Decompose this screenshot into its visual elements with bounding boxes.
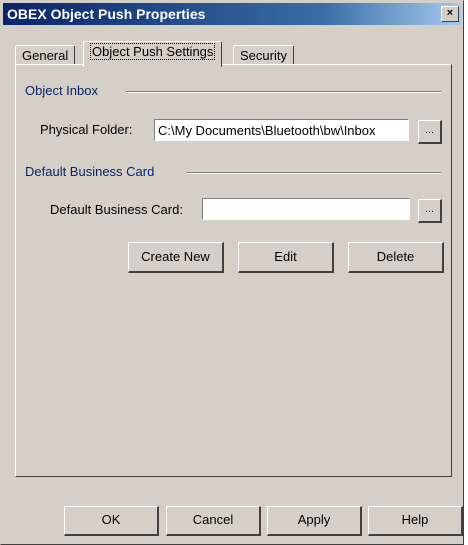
physical-folder-input[interactable] [154, 119, 409, 141]
edit-button[interactable]: Edit [238, 242, 334, 273]
settings-panel: Object Inbox Physical Folder: ... Defaul… [15, 64, 452, 477]
properties-dialog: OBEX Object Push Properties × General Ob… [0, 0, 464, 545]
cancel-button[interactable]: Cancel [166, 506, 261, 536]
tab-object-push-settings-label: Object Push Settings [90, 43, 216, 60]
title-bar[interactable]: OBEX Object Push Properties × [3, 3, 461, 25]
default-business-card-label: Default Business Card: [50, 202, 183, 217]
business-card-group-label: Default Business Card [25, 164, 163, 179]
default-business-card-input[interactable] [202, 198, 410, 220]
delete-button[interactable]: Delete [348, 242, 444, 273]
create-new-button[interactable]: Create New [128, 242, 224, 273]
ok-button[interactable]: OK [64, 506, 159, 536]
tab-general-label: General [22, 48, 69, 63]
window-title: OBEX Object Push Properties [7, 6, 206, 22]
business-card-divider [186, 172, 441, 174]
help-button[interactable]: Help [368, 506, 463, 536]
apply-button[interactable]: Apply [267, 506, 362, 536]
tab-general[interactable]: General [15, 45, 76, 65]
tab-security[interactable]: Security [233, 45, 294, 65]
browse-ellipsis-icon: ... [424, 203, 435, 215]
close-button[interactable]: × [441, 6, 459, 22]
tab-object-push-settings[interactable]: Object Push Settings [83, 41, 223, 67]
physical-folder-browse-button[interactable]: ... [418, 120, 442, 144]
object-inbox-divider [126, 91, 441, 93]
close-icon: × [446, 7, 454, 19]
object-inbox-group-label: Object Inbox [25, 83, 106, 98]
tab-security-label: Security [240, 48, 287, 63]
business-card-browse-button[interactable]: ... [418, 199, 442, 223]
physical-folder-label: Physical Folder: [40, 122, 133, 137]
browse-ellipsis-icon: ... [424, 124, 435, 136]
